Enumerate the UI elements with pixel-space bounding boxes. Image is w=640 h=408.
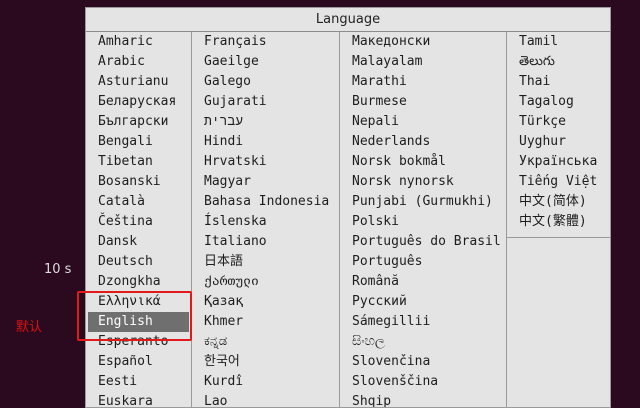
language-column-1: Amharic Arabic Asturianu Беларуская Българск… bbox=[86, 32, 192, 407]
language-item[interactable]: Română bbox=[340, 272, 506, 292]
language-item[interactable]: Tamil bbox=[507, 32, 610, 52]
language-item[interactable]: Thai bbox=[507, 72, 610, 92]
language-item[interactable]: Deutsch bbox=[86, 252, 191, 272]
language-item[interactable]: Slovenščina bbox=[340, 372, 506, 392]
language-item[interactable]: Kurdî bbox=[192, 372, 339, 392]
language-item[interactable]: Nederlands bbox=[340, 132, 506, 152]
language-item[interactable]: Gujarati bbox=[192, 92, 339, 112]
language-item[interactable]: Português bbox=[340, 252, 506, 272]
language-item[interactable]: Español bbox=[86, 352, 191, 372]
language-item[interactable]: Čeština bbox=[86, 212, 191, 232]
language-item[interactable]: Asturianu bbox=[86, 72, 191, 92]
language-item[interactable]: Norsk nynorsk bbox=[340, 172, 506, 192]
language-item[interactable]: 中文(简体) bbox=[507, 192, 610, 212]
language-item[interactable]: Македонски bbox=[340, 32, 506, 52]
language-item[interactable]: ಕನ್ನಡ bbox=[192, 332, 339, 352]
language-item[interactable]: Punjabi (Gurmukhi) bbox=[340, 192, 506, 212]
language-item[interactable]: 中文(繁體) bbox=[507, 212, 610, 232]
language-item[interactable]: Sámegillii bbox=[340, 312, 506, 332]
language-item[interactable]: ქართული bbox=[192, 272, 339, 292]
language-item[interactable]: Български bbox=[86, 112, 191, 132]
language-item[interactable]: Беларуская bbox=[86, 92, 191, 112]
language-item[interactable]: Esperanto bbox=[86, 332, 191, 352]
boot-timer: 10 s bbox=[44, 262, 72, 277]
language-item[interactable]: Lao bbox=[192, 392, 339, 407]
language-item[interactable]: Українська bbox=[507, 152, 610, 172]
language-item[interactable]: Amharic bbox=[86, 32, 191, 52]
language-item[interactable]: Galego bbox=[192, 72, 339, 92]
language-item[interactable]: Tiếng Việt bbox=[507, 172, 610, 192]
language-item[interactable]: Marathi bbox=[340, 72, 506, 92]
language-item[interactable]: Dansk bbox=[86, 232, 191, 252]
language-item[interactable]: Polski bbox=[340, 212, 506, 232]
language-item[interactable]: Burmese bbox=[340, 92, 506, 112]
language-column-4: Tamil తెలుగు Thai Tagalog Türkçe Uyghur Україн… bbox=[507, 32, 610, 238]
language-item[interactable]: Português do Brasil bbox=[340, 232, 506, 252]
language-menu: Language Amharic Arabic Asturianu Беларуска… bbox=[85, 7, 611, 408]
language-item[interactable]: Bahasa Indonesia bbox=[192, 192, 339, 212]
language-item[interactable]: Català bbox=[86, 192, 191, 212]
language-item[interactable]: English bbox=[88, 312, 189, 332]
language-item[interactable]: සිංහල bbox=[340, 332, 506, 352]
language-item[interactable]: Italiano bbox=[192, 232, 339, 252]
language-item[interactable]: Slovenčina bbox=[340, 352, 506, 372]
language-item[interactable]: Shqip bbox=[340, 392, 506, 407]
language-item[interactable]: 日本語 bbox=[192, 252, 339, 272]
language-item[interactable]: Arabic bbox=[86, 52, 191, 72]
annotation-default-label: 默认 bbox=[16, 320, 43, 335]
language-item[interactable]: Magyar bbox=[192, 172, 339, 192]
language-item[interactable]: Türkçe bbox=[507, 112, 610, 132]
language-item[interactable]: Eesti bbox=[86, 372, 191, 392]
language-column-3: Македонски Malayalam Marathi Burmese Nepali N… bbox=[340, 32, 507, 407]
language-item[interactable]: Malayalam bbox=[340, 52, 506, 72]
language-item[interactable]: עברית bbox=[192, 112, 339, 132]
language-item[interactable]: Tibetan bbox=[86, 152, 191, 172]
language-item[interactable]: Euskara bbox=[86, 392, 191, 407]
language-item[interactable]: Hindi bbox=[192, 132, 339, 152]
language-item[interactable]: Қазақ bbox=[192, 292, 339, 312]
language-item[interactable]: Khmer bbox=[192, 312, 339, 332]
language-item[interactable]: Bosanski bbox=[86, 172, 191, 192]
menu-title: Language bbox=[86, 8, 610, 32]
language-item[interactable]: Français bbox=[192, 32, 339, 52]
language-item[interactable]: Uyghur bbox=[507, 132, 610, 152]
language-item[interactable]: Dzongkha bbox=[86, 272, 191, 292]
language-item[interactable]: Tagalog bbox=[507, 92, 610, 112]
language-item[interactable]: Русский bbox=[340, 292, 506, 312]
language-item[interactable]: Íslenska bbox=[192, 212, 339, 232]
language-item[interactable]: 한국어 bbox=[192, 352, 339, 372]
language-item[interactable]: తెలుగు bbox=[507, 52, 610, 72]
language-item[interactable]: Ελληνικά bbox=[86, 292, 191, 312]
language-item[interactable]: Bengali bbox=[86, 132, 191, 152]
language-item[interactable]: Norsk bokmål bbox=[340, 152, 506, 172]
language-item[interactable]: Hrvatski bbox=[192, 152, 339, 172]
language-item[interactable]: Nepali bbox=[340, 112, 506, 132]
language-column-2: Français Gaeilge Galego Gujarati עברית Hindi H… bbox=[192, 32, 340, 407]
language-item[interactable]: Gaeilge bbox=[192, 52, 339, 72]
